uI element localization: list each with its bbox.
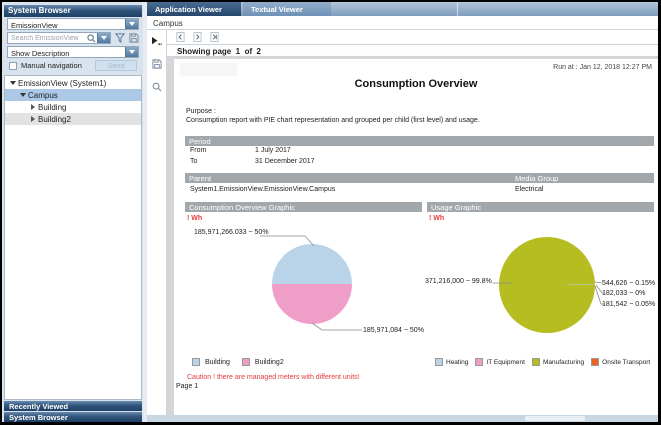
callout-onsite-transport: 181,542 ~ 0.05% <box>602 301 655 308</box>
report-run-at: Run at : Jan 12, 2018 12:27 PM <box>553 64 652 71</box>
tabstrip-separator <box>457 2 458 16</box>
paging-toolbar <box>167 30 658 44</box>
recently-viewed-panel-button[interactable]: Recently Viewed <box>4 401 142 411</box>
page-number-label: Page 1 <box>176 383 198 390</box>
period-to-label: To <box>190 158 197 165</box>
tree-item-emissionview[interactable]: EmissionView (System1) <box>5 77 141 89</box>
viewer-side-toolbar <box>147 30 167 415</box>
report-logo-placeholder <box>180 63 237 76</box>
scrollbar-thumb[interactable] <box>525 416 585 421</box>
system-browser-header[interactable]: System Browser <box>4 5 142 17</box>
caution-text: Caution ! there are managed meters with … <box>187 374 360 381</box>
tree-item-campus[interactable]: Campus <box>5 89 141 101</box>
usage-legend: Heating IT Equipment Manufacturing Onsit… <box>435 358 650 366</box>
expand-collapse-icon[interactable] <box>18 93 28 97</box>
purpose-label: Purpose : <box>186 108 216 115</box>
search-placeholder: Search EmissionView <box>8 35 86 42</box>
legend-swatch <box>475 358 483 366</box>
navigation-tree: EmissionView (System1) Campus Building B… <box>4 75 142 400</box>
consumption-legend: Building Building2 <box>192 358 284 366</box>
legend-item: Onsite Transport <box>591 358 650 366</box>
save-report-icon[interactable] <box>152 56 162 74</box>
legend-swatch <box>242 358 250 366</box>
usage-graphic-header: Usage Graphic <box>427 202 654 212</box>
save-filter-icon[interactable] <box>129 33 139 43</box>
legend-swatch <box>192 358 200 366</box>
expand-collapse-icon[interactable] <box>28 116 38 122</box>
period-from-value: 1 July 2017 <box>255 147 291 154</box>
callout-building: 185,971,266.033 ~ 50% <box>194 229 269 236</box>
tree-item-building[interactable]: Building <box>5 101 141 113</box>
tab-application-viewer[interactable]: Application Viewer <box>147 2 241 16</box>
usage-unit-warning: ! Wh <box>429 215 444 222</box>
legend-item: Heating <box>435 358 468 366</box>
horizontal-scrollbar[interactable] <box>147 415 658 422</box>
manual-navigation-checkbox[interactable] <box>9 62 17 70</box>
zoom-icon[interactable] <box>152 79 162 97</box>
breadcrumb: Campus <box>147 16 658 30</box>
manual-navigation-label: Manual navigation <box>21 61 82 70</box>
callout-building2: 185,971,084 ~ 50% <box>363 327 424 334</box>
consumption-unit-warning: ! Wh <box>187 215 202 222</box>
filter-icon[interactable] <box>115 33 125 43</box>
legend-swatch <box>591 358 599 366</box>
legend-swatch <box>435 358 443 366</box>
view-select-value: EmissionView <box>8 19 125 29</box>
search-input[interactable]: Search EmissionView <box>7 32 111 44</box>
view-select[interactable]: EmissionView <box>7 18 139 30</box>
callout-heating: 544,626 ~ 0.15% <box>602 280 655 287</box>
description-select-value: Show Description <box>8 47 125 57</box>
chevron-down-icon[interactable] <box>125 47 138 57</box>
expand-collapse-icon[interactable] <box>28 104 38 110</box>
tab-textual-viewer[interactable]: Textual Viewer <box>243 2 331 16</box>
legend-swatch <box>532 358 540 366</box>
description-select[interactable]: Show Description <box>7 46 139 58</box>
usage-pie-chart <box>499 237 595 333</box>
system-browser-panel-button[interactable]: System Browser <box>4 412 142 422</box>
send-button[interactable]: Send <box>95 60 137 71</box>
consumption-graphic-header: Consumption Overview Graphic <box>185 202 422 212</box>
period-to-value: 31 December 2017 <box>255 158 315 165</box>
consumption-pie-chart <box>272 244 352 324</box>
browser-controls: EmissionView Search EmissionView Show De… <box>4 17 142 71</box>
system-browser-panel: System Browser EmissionView Search Emiss… <box>2 2 143 422</box>
media-group-value: Electrical <box>515 186 543 193</box>
legend-item: Manufacturing <box>532 358 584 366</box>
viewer-tabstrip: Application Viewer Textual Viewer <box>147 2 658 16</box>
chevron-down-icon[interactable] <box>125 19 138 29</box>
media-group-header: Media Group <box>515 174 558 183</box>
tree-item-building2[interactable]: Building2 <box>5 113 141 125</box>
application-window: System Browser EmissionView Search Emiss… <box>2 2 658 422</box>
report-page: Run at : Jan 12, 2018 12:27 PM Consumpti… <box>174 59 658 415</box>
paging-status: Showing page 1 of 2 <box>167 44 658 57</box>
callout-manufacturing: 371,216,000 ~ 99.8% <box>425 278 490 285</box>
report-viewport: Run at : Jan 12, 2018 12:27 PM Consumpti… <box>167 57 658 415</box>
legend-item: Building2 <box>242 358 284 366</box>
period-from-label: From <box>190 147 206 154</box>
system-browser-title: System Browser <box>8 6 71 15</box>
search-icon[interactable] <box>86 34 97 43</box>
viewer-panel: Application Viewer Textual Viewer Campus… <box>147 2 658 422</box>
purpose-text: Consumption report with PIE chart repres… <box>186 117 480 124</box>
run-report-icon[interactable] <box>151 33 162 51</box>
report-title: Consumption Overview <box>174 78 658 90</box>
period-section-header: Period <box>185 136 654 146</box>
parent-section-header: ParentMedia Group <box>185 173 654 183</box>
expand-collapse-icon[interactable] <box>8 81 18 85</box>
legend-item: IT Equipment <box>475 358 525 366</box>
parent-value: System1.EmissionView.EmissionView.Campus <box>190 186 335 193</box>
legend-item: Building <box>192 358 230 366</box>
callout-it-equipment: 182,033 ~ 0% <box>602 290 645 297</box>
search-options-chevron-icon[interactable] <box>97 33 110 43</box>
